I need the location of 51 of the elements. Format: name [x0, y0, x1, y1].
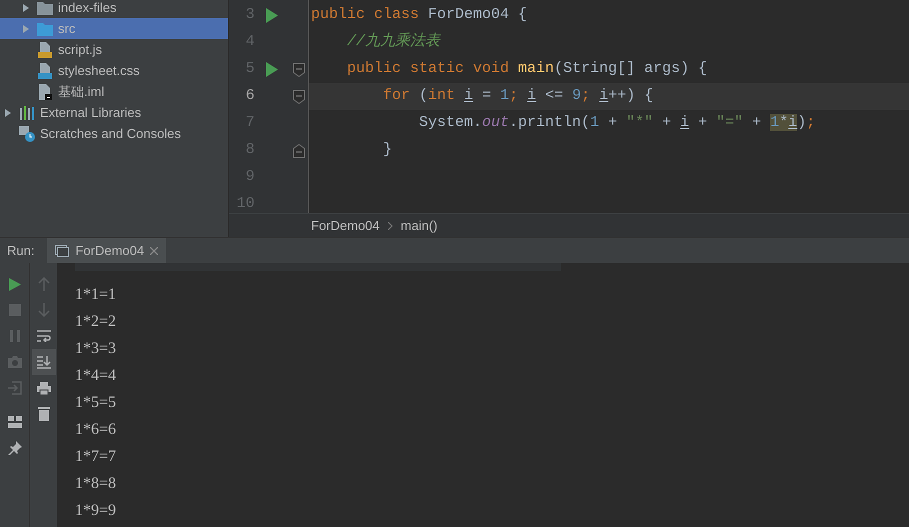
- console-line: 1*7=7: [75, 447, 118, 467]
- scratches-icon: [19, 126, 35, 142]
- run-gutter-icon[interactable]: [266, 62, 278, 77]
- libraries-icon: [19, 106, 35, 120]
- chevron-right-icon: [388, 222, 393, 230]
- console-line: 1*8=8: [75, 474, 118, 494]
- tree-item[interactable]: script.js: [0, 39, 228, 60]
- close-icon[interactable]: [150, 246, 158, 254]
- console-line: 1*1=1: [75, 285, 118, 305]
- code-line: //九九乘法表: [346, 32, 440, 52]
- scroll-to-end-icon[interactable]: [36, 356, 50, 368]
- js-file-icon: [38, 42, 52, 58]
- code-line: for (int i = 1; i <= 9; i++) {: [382, 86, 654, 106]
- tree-item[interactable]: 基础.iml: [0, 81, 228, 102]
- run-gutter-icon[interactable]: [266, 8, 278, 23]
- expand-arrow-icon[interactable]: [22, 24, 30, 32]
- fold-icon[interactable]: [293, 62, 306, 76]
- tree-item[interactable]: External Libraries: [0, 102, 228, 123]
- run-tab[interactable]: ForDemo04: [47, 238, 166, 263]
- run-icon[interactable]: [8, 278, 20, 290]
- fold-icon[interactable]: [293, 144, 306, 158]
- breadcrumb[interactable]: ForDemo04: [311, 216, 380, 236]
- fold-icon[interactable]: [293, 90, 306, 104]
- printer-icon[interactable]: [36, 382, 50, 394]
- console-window-icon: [55, 244, 70, 256]
- console-line: 1*3=3: [75, 339, 118, 359]
- layout-icon[interactable]: [8, 416, 22, 428]
- folder-icon: [37, 22, 53, 36]
- css-file-icon: [38, 62, 52, 78]
- breadcrumb[interactable]: main(): [400, 216, 438, 236]
- module-file-icon: [38, 84, 52, 100]
- code-line: }: [382, 140, 392, 160]
- trash-icon[interactable]: [38, 407, 50, 421]
- console-line: 1*4=4: [75, 366, 118, 386]
- code-line: public class ForDemo04 {: [311, 5, 528, 26]
- tree-item[interactable]: Scratches and Consoles: [0, 123, 228, 144]
- pin-icon[interactable]: [8, 441, 22, 455]
- run-label: Run:: [6, 242, 36, 260]
- code-line: public static void main(String[] args) {: [346, 59, 708, 80]
- code-line: System.out.println(1 + "*" + i + "=" + 1*i);: [418, 113, 816, 134]
- soft-wrap-icon[interactable]: [36, 330, 50, 342]
- expand-arrow-icon[interactable]: [4, 108, 12, 116]
- console-line: 1*9=9: [75, 501, 118, 521]
- folder-icon: [37, 0, 53, 14]
- expand-arrow-icon[interactable]: [22, 4, 30, 12]
- tree-item[interactable]: index-files: [0, 0, 228, 18]
- tree-item[interactable]: stylesheet.css: [0, 60, 228, 81]
- console-line: 1*5=5: [75, 393, 118, 413]
- console-line: 1*6=6: [75, 420, 118, 440]
- console-line: 1*2=2: [75, 312, 118, 332]
- line-number: 6: [244, 86, 255, 106]
